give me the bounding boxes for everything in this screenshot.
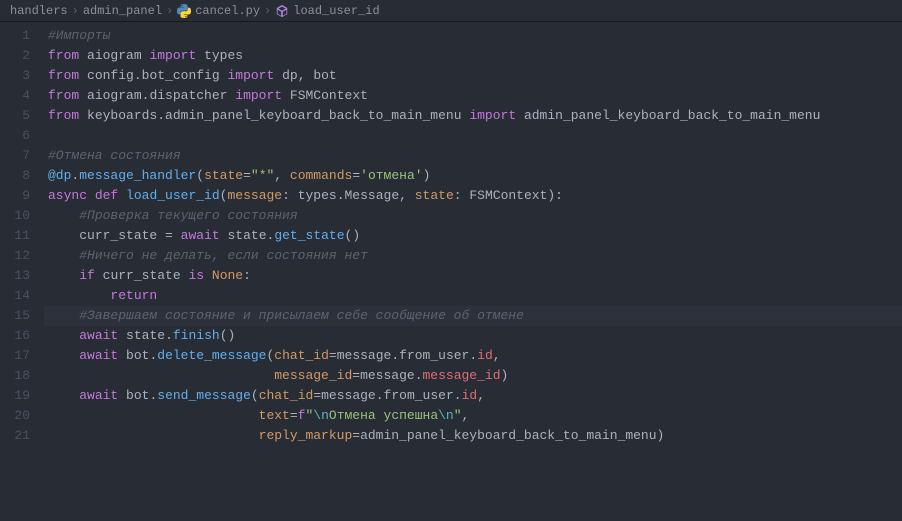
- code-line[interactable]: message_id=message.message_id): [44, 366, 902, 386]
- line-number: 1: [10, 26, 30, 46]
- code-line[interactable]: curr_state = await state.get_state(): [44, 226, 902, 246]
- line-number: 4: [10, 86, 30, 106]
- line-number: 18: [10, 366, 30, 386]
- line-number: 2: [10, 46, 30, 66]
- line-number: 15: [10, 306, 30, 326]
- line-number: 14: [10, 286, 30, 306]
- line-number: 6: [10, 126, 30, 146]
- code-content[interactable]: #Импорты from aiogram import types from …: [44, 22, 902, 521]
- code-line[interactable]: [44, 126, 902, 146]
- breadcrumb-folder[interactable]: handlers: [10, 4, 68, 18]
- breadcrumb: handlers › admin_panel › cancel.py › loa…: [0, 0, 902, 22]
- line-number: 9: [10, 186, 30, 206]
- line-number: 12: [10, 246, 30, 266]
- code-line[interactable]: text=f"\nОтмена успешна\n",: [44, 406, 902, 426]
- line-number: 11: [10, 226, 30, 246]
- line-number: 13: [10, 266, 30, 286]
- code-line[interactable]: async def load_user_id(message: types.Me…: [44, 186, 902, 206]
- code-line[interactable]: from aiogram.dispatcher import FSMContex…: [44, 86, 902, 106]
- code-line[interactable]: await state.finish(): [44, 326, 902, 346]
- code-line[interactable]: #Ничего не делать, если состояния нет: [44, 246, 902, 266]
- code-line[interactable]: if curr_state is None:: [44, 266, 902, 286]
- line-number-gutter: 1 2 3 4 5 6 7 8 9 10 11 12 13 14 15 16 1…: [0, 22, 44, 521]
- line-number: 10: [10, 206, 30, 226]
- code-line[interactable]: await bot.delete_message(chat_id=message…: [44, 346, 902, 366]
- breadcrumb-folder[interactable]: admin_panel: [83, 4, 162, 18]
- code-editor[interactable]: 1 2 3 4 5 6 7 8 9 10 11 12 13 14 15 16 1…: [0, 22, 902, 521]
- breadcrumb-file[interactable]: cancel.py: [177, 4, 260, 18]
- code-line[interactable]: #Импорты: [44, 26, 902, 46]
- code-line[interactable]: #Завершаем состояние и присылаем себе со…: [44, 306, 902, 326]
- line-number: 8: [10, 166, 30, 186]
- code-line[interactable]: from aiogram import types: [44, 46, 902, 66]
- python-file-icon: [177, 4, 191, 18]
- line-number: 3: [10, 66, 30, 86]
- line-number: 7: [10, 146, 30, 166]
- code-line[interactable]: await bot.send_message(chat_id=message.f…: [44, 386, 902, 406]
- code-line[interactable]: reply_markup=admin_panel_keyboard_back_t…: [44, 426, 902, 446]
- line-number: 5: [10, 106, 30, 126]
- breadcrumb-symbol[interactable]: load_user_id: [275, 4, 379, 18]
- chevron-right-icon: ›: [264, 4, 271, 18]
- chevron-right-icon: ›: [72, 4, 79, 18]
- code-line[interactable]: @dp.message_handler(state="*", commands=…: [44, 166, 902, 186]
- code-line[interactable]: #Отмена состояния: [44, 146, 902, 166]
- line-number: 21: [10, 426, 30, 446]
- line-number: 17: [10, 346, 30, 366]
- chevron-right-icon: ›: [166, 4, 173, 18]
- line-number: 20: [10, 406, 30, 426]
- line-number: 19: [10, 386, 30, 406]
- method-icon: [275, 4, 289, 18]
- code-line[interactable]: from config.bot_config import dp, bot: [44, 66, 902, 86]
- code-line[interactable]: from keyboards.admin_panel_keyboard_back…: [44, 106, 902, 126]
- line-number: 16: [10, 326, 30, 346]
- code-line[interactable]: return: [44, 286, 902, 306]
- code-line[interactable]: #Проверка текущего состояния: [44, 206, 902, 226]
